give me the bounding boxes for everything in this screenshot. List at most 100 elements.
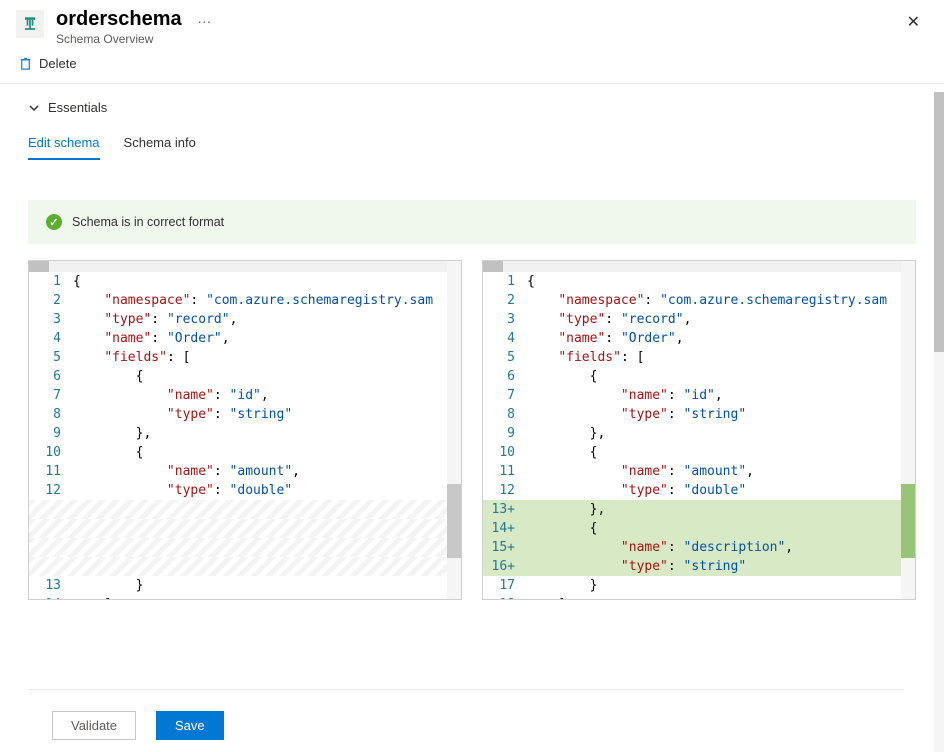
code-line[interactable]: 2 "namespace": "com.azure.schemaregistry… — [29, 291, 461, 310]
validate-button[interactable]: Validate — [52, 711, 136, 740]
line-number: 3 — [483, 310, 523, 329]
footer-divider — [28, 689, 904, 690]
editor-right[interactable]: 1{2 "namespace": "com.azure.schemaregist… — [482, 260, 916, 600]
code-line[interactable]: 3 "type": "record", — [483, 310, 915, 329]
line-number: 13 — [29, 576, 69, 595]
code-line[interactable]: 1{ — [29, 272, 461, 291]
code-line[interactable]: 4 "name": "Order", — [29, 329, 461, 348]
code-line[interactable]: 13+ }, — [483, 500, 915, 519]
code-line[interactable]: 14+ { — [483, 519, 915, 538]
code-line[interactable] — [29, 538, 461, 557]
code-line[interactable]: 15+ "name": "description", — [483, 538, 915, 557]
code-line[interactable]: 1{ — [483, 272, 915, 291]
essentials-toggle[interactable]: Essentials — [28, 92, 916, 123]
code-line[interactable]: 14 ] — [29, 595, 461, 600]
line-content — [69, 557, 461, 576]
line-content: ] — [69, 595, 461, 600]
delete-button[interactable]: Delete — [16, 52, 79, 75]
line-content: "type": "record", — [523, 310, 915, 329]
scrollbar-h[interactable] — [29, 261, 461, 272]
editor-left[interactable]: 1{2 "namespace": "com.azure.schemaregist… — [28, 260, 462, 600]
line-number: 6 — [29, 367, 69, 386]
line-content: { — [523, 272, 915, 291]
line-number — [29, 557, 69, 576]
code-line[interactable]: 2 "namespace": "com.azure.schemaregistry… — [483, 291, 915, 310]
line-number: 1 — [29, 272, 69, 291]
line-number: 9 — [29, 424, 69, 443]
code-line[interactable]: 6 { — [483, 367, 915, 386]
line-number: 14 — [29, 595, 69, 600]
line-content: "type": "record", — [69, 310, 461, 329]
code-line[interactable]: 9 }, — [29, 424, 461, 443]
code-line[interactable]: 12 "type": "double" — [483, 481, 915, 500]
line-content: "fields": [ — [69, 348, 461, 367]
tab-schema-info[interactable]: Schema info — [124, 127, 196, 160]
code-line[interactable]: 11 "name": "amount", — [29, 462, 461, 481]
code-line[interactable]: 11 "name": "amount", — [483, 462, 915, 481]
line-content: { — [523, 367, 915, 386]
line-content: } — [523, 576, 915, 595]
code-line[interactable]: 4 "name": "Order", — [483, 329, 915, 348]
line-content: "name": "amount", — [523, 462, 915, 481]
tab-edit-schema[interactable]: Edit schema — [28, 127, 100, 160]
more-button[interactable]: ··· — [197, 8, 211, 34]
code-line[interactable]: 10 { — [29, 443, 461, 462]
line-number: 14+ — [483, 519, 523, 538]
code-line[interactable]: 5 "fields": [ — [29, 348, 461, 367]
footer: Validate Save — [52, 711, 224, 740]
code-line[interactable]: 3 "type": "record", — [29, 310, 461, 329]
code-line[interactable] — [29, 519, 461, 538]
line-content: "namespace": "com.azure.schemaregistry.s… — [523, 291, 915, 310]
line-number: 17 — [483, 576, 523, 595]
code-line[interactable]: 13 } — [29, 576, 461, 595]
code-line[interactable]: 17 } — [483, 576, 915, 595]
line-content: "type": "string" — [69, 405, 461, 424]
line-content: "name": "Order", — [523, 329, 915, 348]
code-line[interactable]: 8 "type": "string" — [483, 405, 915, 424]
line-number: 7 — [29, 386, 69, 405]
code-line[interactable]: 12 "type": "double" — [29, 481, 461, 500]
code-line[interactable]: 10 { — [483, 443, 915, 462]
line-number: 4 — [483, 329, 523, 348]
line-number: 12 — [483, 481, 523, 500]
code-line[interactable]: 18 ] — [483, 595, 915, 600]
diff-container: 1{2 "namespace": "com.azure.schemaregist… — [28, 260, 916, 600]
line-content: { — [69, 443, 461, 462]
toolbar: Delete — [0, 50, 944, 83]
code-line[interactable]: 7 "name": "id", — [29, 386, 461, 405]
scrollbar-h[interactable] — [483, 261, 915, 272]
code-line[interactable]: 7 "name": "id", — [483, 386, 915, 405]
code-line[interactable]: 5 "fields": [ — [483, 348, 915, 367]
line-content: ] — [523, 595, 915, 600]
close-icon[interactable]: ✕ — [899, 8, 928, 36]
trash-icon — [18, 56, 33, 71]
save-button[interactable]: Save — [156, 711, 224, 740]
chevron-down-icon — [28, 102, 40, 114]
header: orderschema ··· Schema Overview ✕ — [0, 0, 944, 46]
overview-ruler[interactable] — [901, 261, 915, 599]
line-content: { — [523, 443, 915, 462]
line-content: }, — [523, 500, 915, 519]
line-number: 3 — [29, 310, 69, 329]
page-scrollbar[interactable] — [934, 92, 944, 752]
essentials-label: Essentials — [48, 100, 107, 115]
line-content: { — [69, 272, 461, 291]
overview-ruler[interactable] — [447, 261, 461, 599]
code-line[interactable]: 9 }, — [483, 424, 915, 443]
line-number — [29, 538, 69, 557]
code-line[interactable]: 8 "type": "string" — [29, 405, 461, 424]
line-number: 2 — [29, 291, 69, 310]
delete-label: Delete — [39, 56, 77, 71]
code-line[interactable]: 6 { — [29, 367, 461, 386]
line-content: "name": "description", — [523, 538, 915, 557]
code-line[interactable] — [29, 500, 461, 519]
code-line[interactable]: 16+ "type": "string" — [483, 557, 915, 576]
success-icon — [46, 214, 62, 230]
line-content: "type": "double" — [523, 481, 915, 500]
line-content: "name": "Order", — [69, 329, 461, 348]
line-content: }, — [523, 424, 915, 443]
code-line[interactable] — [29, 557, 461, 576]
line-number: 13+ — [483, 500, 523, 519]
line-content: "fields": [ — [523, 348, 915, 367]
line-number: 18 — [483, 595, 523, 600]
